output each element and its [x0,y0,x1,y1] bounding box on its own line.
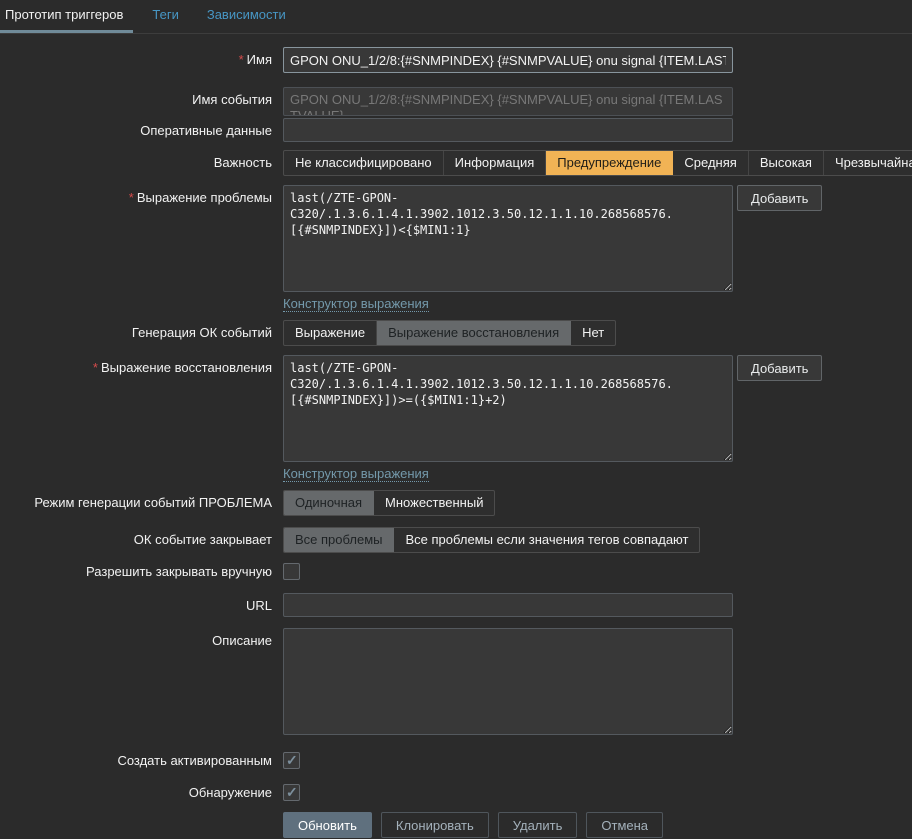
row-description: Описание [0,628,912,735]
recovery-expression-label: *Выражение восстановления [0,355,272,376]
severity-label: Важность [0,150,272,171]
recovery-expression-add-button[interactable]: Добавить [737,355,822,381]
required-asterisk: * [129,190,134,205]
row-ok-event-closes: ОК событие закрывает Все проблемы Все пр… [0,527,912,553]
url-input[interactable] [283,593,733,617]
okgen-recovery-expression[interactable]: Выражение восстановления [377,321,571,345]
row-url: URL [0,593,912,617]
row-ok-event-generation: Генерация ОК событий Выражение Выражение… [0,320,912,346]
okgen-expression[interactable]: Выражение [284,321,377,345]
event-mode-multiple[interactable]: Множественный [374,491,494,515]
problem-expression-textarea[interactable]: last(/ZTE-GPON- C320/.1.3.6.1.4.1.3902.1… [283,185,733,292]
severity-disaster[interactable]: Чрезвычайная [824,151,912,175]
cancel-button[interactable]: Отмена [586,812,663,838]
event-mode-single[interactable]: Одиночная [284,491,374,515]
description-label: Описание [0,628,272,649]
create-enabled-label: Создать активированным [0,751,272,769]
discover-label: Обнаружение [0,783,272,801]
problem-event-mode-label: Режим генерации событий ПРОБЛЕМА [0,490,272,511]
tab-bar: Прототип триггеров Теги Зависимости [0,0,912,34]
severity-information[interactable]: Информация [444,151,547,175]
row-problem-expression: *Выражение проблемы last(/ZTE-GPON- C320… [0,185,912,312]
update-button[interactable]: Обновить [283,812,372,838]
clone-button[interactable]: Клонировать [381,812,489,838]
footer-actions: Обновить Клонировать Удалить Отмена [283,812,912,838]
recovery-expression-textarea[interactable]: last(/ZTE-GPON- C320/.1.3.6.1.4.1.3902.1… [283,355,733,462]
delete-button[interactable]: Удалить [498,812,578,838]
row-manual-close: Разрешить закрывать вручную [0,562,912,580]
severity-segmented-control: Не классифицировано Информация Предупреж… [283,150,912,176]
severity-not-classified[interactable]: Не классифицировано [284,151,444,175]
recovery-expression-label-text: Выражение восстановления [101,360,272,375]
tab-dependencies[interactable]: Зависимости [198,0,295,33]
tab-trigger-prototype[interactable]: Прототип триггеров [0,0,133,33]
create-enabled-checkbox[interactable] [283,752,300,769]
problem-event-mode-segmented-control: Одиночная Множественный [283,490,495,516]
trigger-prototype-form: *Имя Имя события GPON ONU_1/2/8:{#SNMPIN… [0,34,912,838]
manual-close-checkbox[interactable] [283,563,300,580]
severity-warning[interactable]: Предупреждение [546,151,673,175]
row-name: *Имя [0,47,912,73]
opdata-label: Оперативные данные [0,118,272,139]
name-input[interactable] [283,47,733,73]
ok-event-generation-segmented-control: Выражение Выражение восстановления Нет [283,320,616,346]
event-name-textarea[interactable]: GPON ONU_1/2/8:{#SNMPINDEX} {#SNMPVALUE}… [283,87,733,116]
opdata-input[interactable] [283,118,733,142]
closes-all-problems-if-tags-match[interactable]: Все проблемы если значения тегов совпада… [394,528,699,552]
name-label: *Имя [0,47,272,68]
description-textarea[interactable] [283,628,733,735]
ok-event-generation-label: Генерация ОК событий [0,320,272,341]
discover-checkbox[interactable] [283,784,300,801]
url-label: URL [0,593,272,614]
row-create-enabled: Создать активированным [0,751,912,769]
severity-average[interactable]: Средняя [673,151,748,175]
ok-event-closes-label: ОК событие закрывает [0,527,272,548]
row-event-name: Имя события GPON ONU_1/2/8:{#SNMPINDEX} … [0,87,912,116]
required-asterisk: * [239,52,244,67]
row-recovery-expression: *Выражение восстановления last(/ZTE-GPON… [0,355,912,482]
problem-expression-constructor-link[interactable]: Конструктор выражения [283,296,429,312]
row-opdata: Оперативные данные [0,118,912,142]
problem-expression-label-text: Выражение проблемы [137,190,272,205]
row-severity: Важность Не классифицировано Информация … [0,150,912,176]
okgen-none[interactable]: Нет [571,321,615,345]
required-asterisk: * [93,360,98,375]
manual-close-label: Разрешить закрывать вручную [0,562,272,580]
tab-tags[interactable]: Теги [143,0,187,33]
closes-all-problems[interactable]: Все проблемы [284,528,394,552]
recovery-expression-constructor-link[interactable]: Конструктор выражения [283,466,429,482]
event-name-label: Имя события [0,87,272,108]
problem-expression-label: *Выражение проблемы [0,185,272,206]
row-discover: Обнаружение [0,783,912,801]
problem-expression-add-button[interactable]: Добавить [737,185,822,211]
ok-event-closes-segmented-control: Все проблемы Все проблемы если значения … [283,527,700,553]
name-label-text: Имя [247,52,272,67]
severity-high[interactable]: Высокая [749,151,824,175]
row-problem-event-mode: Режим генерации событий ПРОБЛЕМА Одиночн… [0,490,912,516]
